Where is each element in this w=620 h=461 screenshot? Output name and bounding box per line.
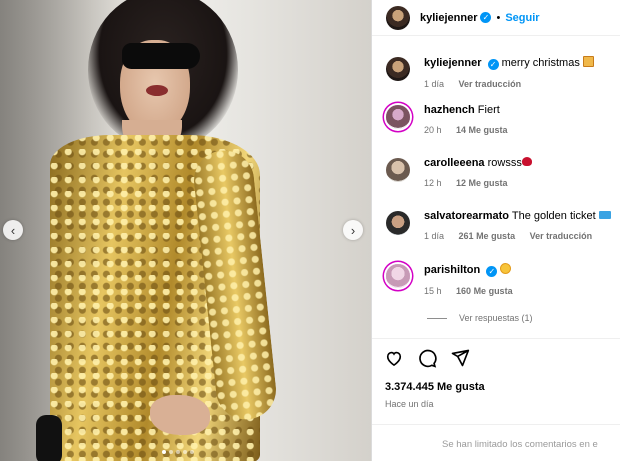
comment-icon[interactable]: [417, 348, 437, 368]
post-actions: 3.374.445 Me gusta Hace un día: [372, 338, 620, 424]
comment-likes[interactable]: 261 Me gusta: [459, 231, 516, 241]
post-side-panel: kyliejenner ✓ • Seguir kyliejenner ✓ mer…: [371, 0, 620, 461]
comment-likes[interactable]: 12 Me gusta: [456, 178, 508, 188]
gift-emoji-icon: [582, 56, 594, 67]
photo-bag: [36, 415, 62, 461]
comment-text: rowsss: [487, 157, 522, 169]
caption-time[interactable]: 1 día: [424, 79, 444, 89]
comment-item: salvatorearmato The golden ticket 1 día …: [386, 210, 620, 241]
comment-time[interactable]: 20 h: [424, 125, 442, 135]
author-username[interactable]: kyliejenner: [420, 12, 477, 24]
follow-button[interactable]: Seguir: [505, 12, 539, 24]
chevron-right-icon: ›: [350, 222, 356, 238]
carousel-dot: [183, 450, 187, 454]
heart-emoji-icon: [521, 157, 532, 166]
share-icon[interactable]: [450, 348, 470, 368]
carousel-dot: [169, 450, 173, 454]
verified-badge-icon: ✓: [486, 266, 498, 277]
view-replies-label: Ver respuestas (1): [459, 313, 533, 323]
photo-sunglasses: [122, 43, 200, 69]
photo-lips: [146, 85, 168, 96]
comments-limited-text: Se han limitado los comentarios en e: [442, 439, 598, 450]
comment-time[interactable]: 1 día: [424, 231, 444, 241]
comment-avatar[interactable]: [386, 211, 410, 235]
chevron-left-icon: ‹: [10, 222, 16, 238]
caption-username[interactable]: kyliejenner: [424, 57, 481, 69]
comment-username[interactable]: parishilton: [424, 264, 480, 276]
carousel-next-button[interactable]: ›: [343, 220, 363, 240]
ticket-emoji-icon: [598, 211, 611, 219]
comment-text: The golden ticket: [511, 210, 596, 222]
post-header: kyliejenner ✓ • Seguir: [372, 0, 620, 36]
verified-badge-icon: ✓: [480, 12, 492, 23]
comments-limited-notice: Se han limitado los comentarios en e: [372, 424, 620, 461]
photo-hand: [150, 395, 210, 435]
comment-likes[interactable]: 14 Me gusta: [456, 125, 508, 135]
comment-item: hazhench Fiert 20 h 14 Me gusta: [386, 104, 620, 135]
carousel-dot: [162, 450, 166, 454]
caption-item: kyliejenner ✓ merry christmas 1 día Ver …: [386, 56, 620, 89]
carousel-prev-button[interactable]: ‹: [3, 220, 23, 240]
author-avatar[interactable]: [386, 5, 410, 30]
comment-likes[interactable]: 160 Me gusta: [456, 286, 513, 296]
comment-text: Fiert: [477, 104, 500, 116]
comment-username[interactable]: carolleeena: [424, 157, 485, 169]
verified-badge-icon: ✓: [487, 59, 499, 70]
comment-avatar[interactable]: [386, 264, 410, 288]
caption-text: merry christmas: [501, 57, 580, 69]
view-replies-button[interactable]: Ver respuestas (1): [427, 313, 533, 323]
comment-avatar[interactable]: [386, 105, 410, 129]
carousel-dot: [190, 450, 194, 454]
comment-avatar[interactable]: [386, 158, 410, 182]
comment-time[interactable]: 15 h: [424, 286, 442, 296]
carousel-dots: [162, 450, 194, 454]
comment-time[interactable]: 12 h: [424, 178, 442, 188]
comment-item: carolleeena rowsss 12 h 12 Me gusta: [386, 157, 620, 188]
post-time[interactable]: Hace un día: [385, 399, 434, 409]
caption-avatar[interactable]: [386, 57, 410, 81]
heart-icon[interactable]: [384, 348, 404, 368]
separator-dot: •: [496, 11, 501, 24]
translate-link[interactable]: Ver traducción: [530, 231, 593, 241]
comment-username[interactable]: salvatorearmato: [424, 210, 509, 222]
comment-item: parishilton ✓ 15 h 160 Me gusta: [386, 263, 620, 296]
comments-list[interactable]: kyliejenner ✓ merry christmas 1 día Ver …: [372, 37, 620, 337]
likes-count[interactable]: 3.374.445 Me gusta: [385, 381, 485, 393]
replies-divider: [427, 317, 447, 319]
translate-link[interactable]: Ver traducción: [459, 79, 522, 89]
star-eyes-emoji-icon: [500, 263, 512, 274]
post-photo[interactable]: ‹ ›: [0, 0, 371, 461]
comment-username[interactable]: hazhench: [424, 104, 475, 116]
carousel-dot: [176, 450, 180, 454]
